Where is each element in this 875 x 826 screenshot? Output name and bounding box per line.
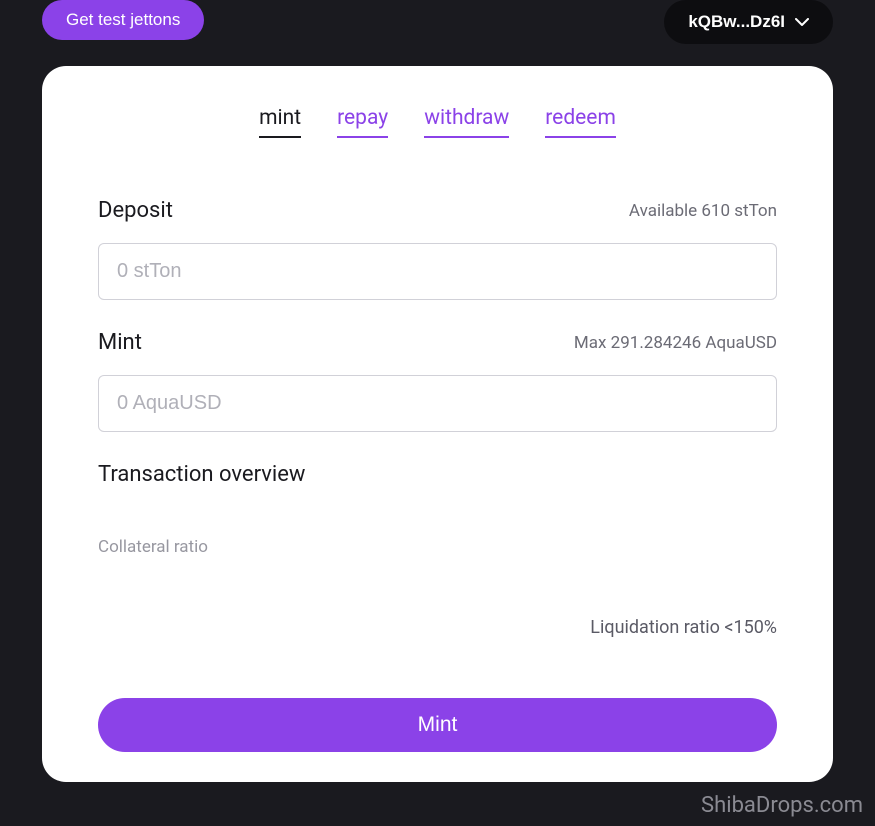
mint-button[interactable]: Mint (98, 698, 777, 752)
tabs: mint repay withdraw redeem (98, 106, 777, 138)
watermark: ShibaDrops.com (701, 793, 863, 818)
chevron-down-icon (795, 18, 809, 26)
mint-header: Mint Max 291.284246 AquaUSD (98, 330, 777, 355)
deposit-header: Deposit Available 610 stTon (98, 198, 777, 223)
tab-redeem[interactable]: redeem (545, 106, 616, 138)
deposit-available: Available 610 stTon (629, 201, 777, 221)
wallet-address: kQBw...Dz6I (688, 12, 785, 32)
tab-withdraw[interactable]: withdraw (424, 106, 509, 138)
deposit-label: Deposit (98, 198, 173, 223)
tab-mint[interactable]: mint (259, 106, 301, 138)
deposit-input[interactable] (98, 243, 777, 300)
transaction-overview-title: Transaction overview (98, 462, 777, 487)
get-test-jettons-button[interactable]: Get test jettons (42, 0, 204, 40)
mint-card: mint repay withdraw redeem Deposit Avail… (42, 66, 833, 782)
mint-input[interactable] (98, 375, 777, 432)
mint-max: Max 291.284246 AquaUSD (574, 333, 777, 353)
tab-repay[interactable]: repay (337, 106, 388, 138)
liquidation-ratio-text: Liquidation ratio <150% (98, 617, 777, 638)
wallet-selector[interactable]: kQBw...Dz6I (664, 0, 833, 44)
collateral-ratio-label: Collateral ratio (98, 537, 777, 557)
mint-label: Mint (98, 330, 142, 355)
